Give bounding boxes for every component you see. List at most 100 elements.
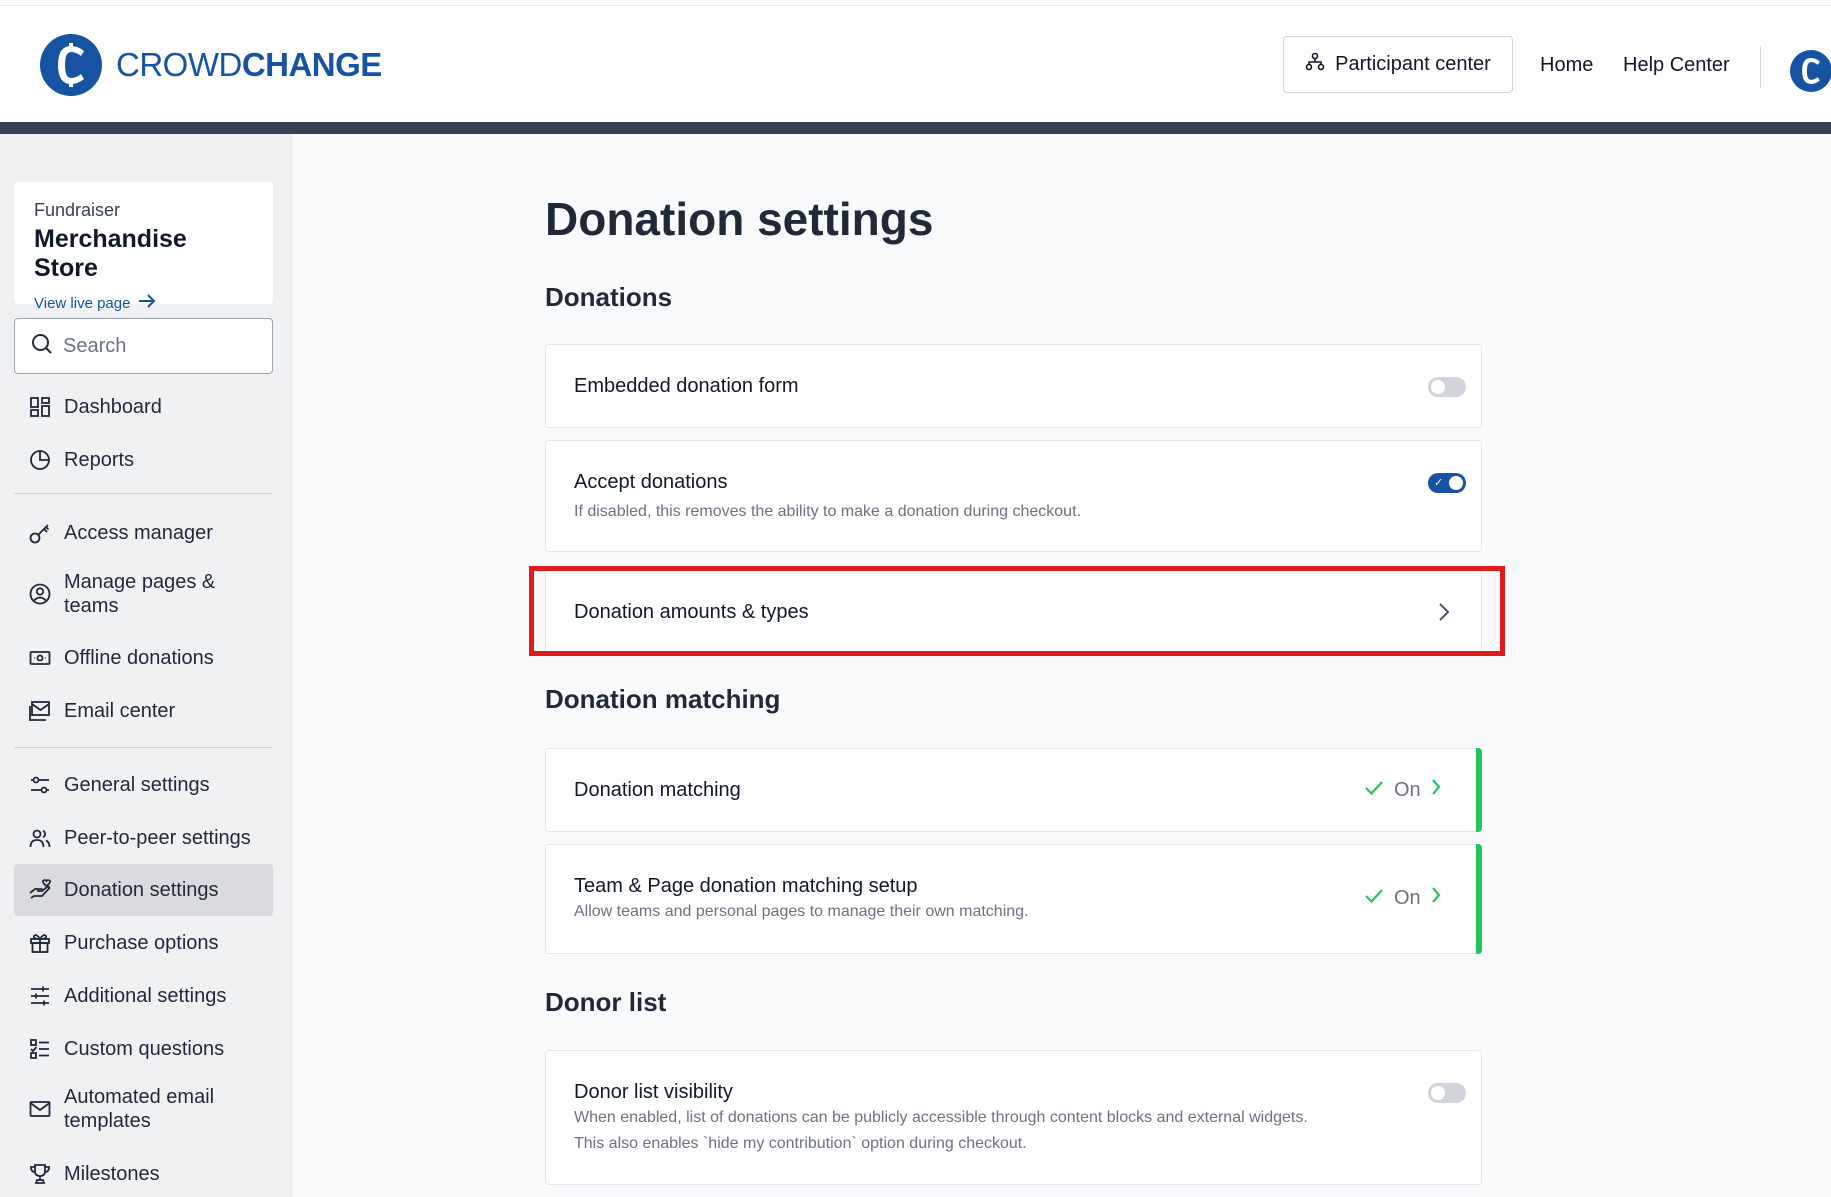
donor-list-visibility-title: Donor list visibility <box>574 1081 733 1103</box>
embedded-donation-form-title: Embedded donation form <box>574 375 799 397</box>
pie-chart-icon <box>28 448 52 472</box>
sidebar-item-custom-questions[interactable]: Custom questions <box>14 1026 273 1072</box>
status-label: On <box>1394 778 1421 801</box>
sidebar: Fundraiser Merchandise Store View live p… <box>0 134 292 1197</box>
sidebar-item-label: Automated email templates <box>64 1086 215 1132</box>
fundraiser-name: Merchandise Store <box>34 225 187 282</box>
sidebar-item-label: Milestones <box>64 1162 160 1185</box>
donor-list-visibility-subtitle-2: This also enables `hide my contribution`… <box>574 1135 1027 1152</box>
chevron-right-icon <box>1431 778 1441 802</box>
check-icon: ✓ <box>1434 477 1444 489</box>
adjustments-icon <box>28 984 52 1008</box>
sidebar-item-milestones[interactable]: Milestones <box>14 1151 273 1197</box>
crowdchange-logo[interactable]: CROWDCHANGE <box>40 34 382 96</box>
checklist-icon <box>28 1037 52 1061</box>
search-input[interactable] <box>63 334 253 358</box>
chevron-right-icon <box>1431 886 1441 910</box>
sidebar-item-offline-donations[interactable]: Offline donations <box>14 635 273 681</box>
trophy-icon <box>28 1162 52 1186</box>
section-title-donations: Donations <box>545 282 673 312</box>
search-icon <box>31 333 53 360</box>
dashboard-icon <box>28 395 52 419</box>
sidebar-item-general-settings[interactable]: General settings <box>14 762 273 808</box>
sidebar-item-access-manager[interactable]: Access manager <box>14 510 273 556</box>
sidebar-item-label: Access manager <box>64 521 213 544</box>
gift-icon <box>28 931 52 955</box>
status-indicator <box>1476 748 1482 832</box>
section-title-donor-list: Donor list <box>545 987 667 1017</box>
sidebar-item-label: Peer-to-peer settings <box>64 826 251 849</box>
sidebar-item-label: Email center <box>64 699 176 722</box>
donation-matching-card[interactable]: Donation matching On <box>545 748 1482 832</box>
donation-matching-title: Donation matching <box>574 779 741 801</box>
status-label: On <box>1394 886 1421 909</box>
header-bar <box>0 122 1831 134</box>
view-live-page-link[interactable]: View live page <box>34 293 253 313</box>
arrow-right-icon <box>138 293 156 313</box>
sidebar-item-dashboard[interactable]: Dashboard <box>14 384 273 430</box>
hand-heart-icon <box>28 878 52 902</box>
sidebar-item-label: Offline donations <box>64 646 214 669</box>
section-title-matching: Donation matching <box>545 684 781 714</box>
sidebar-item-label: Purchase options <box>64 931 219 954</box>
sidebar-item-label: Custom questions <box>64 1037 225 1060</box>
team-matching-status: On <box>1364 886 1441 910</box>
sidebar-item-purchase-options[interactable]: Purchase options <box>14 920 273 966</box>
help-center-link[interactable]: Help Center <box>1623 54 1730 77</box>
sidebar-item-reports[interactable]: Reports <box>14 437 273 483</box>
highlight-box <box>529 566 1505 656</box>
sidebar-item-label: Dashboard <box>64 395 162 418</box>
accept-donations-toggle[interactable]: ✓ <box>1428 473 1466 493</box>
team-matching-card[interactable]: Team & Page donation matching setup Allo… <box>545 844 1482 954</box>
sidebar-item-donation-settings[interactable]: Donation settings <box>14 864 273 916</box>
accept-donations-subtitle: If disabled, this removes the ability to… <box>574 503 1081 520</box>
embedded-donation-form-card: Embedded donation form <box>545 344 1482 428</box>
sidebar-item-label: Reports <box>64 448 135 471</box>
email-icon <box>28 699 52 723</box>
logo-c-icon <box>40 34 102 96</box>
sidebar-item-additional-settings[interactable]: Additional settings <box>14 973 273 1019</box>
accept-donations-title: Accept donations <box>574 471 728 493</box>
header-divider <box>1760 46 1761 88</box>
sidebar-item-email-center[interactable]: Email center <box>14 688 273 734</box>
key-icon <box>28 521 52 545</box>
donor-list-visibility-toggle[interactable] <box>1428 1083 1466 1103</box>
sidebar-item-label: Manage pages & teams <box>64 571 216 617</box>
accept-donations-card: Accept donations If disabled, this remov… <box>545 440 1482 552</box>
sidebar-item-label: General settings <box>64 773 210 796</box>
sidebar-item-peer-to-peer[interactable]: Peer-to-peer settings <box>14 815 273 861</box>
participant-center-button[interactable]: Participant center <box>1283 36 1513 93</box>
team-matching-title: Team & Page donation matching setup <box>574 875 918 897</box>
fundraiser-label: Fundraiser <box>34 200 121 220</box>
network-icon <box>1305 52 1325 78</box>
logo-wordmark: CROWDCHANGE <box>116 46 382 83</box>
donation-matching-status: On <box>1364 778 1441 802</box>
sidebar-item-label: Additional settings <box>64 984 227 1007</box>
check-icon <box>1364 779 1384 802</box>
users-icon <box>28 826 52 850</box>
main-content: Donation settings Donations Embedded don… <box>292 134 1831 1197</box>
account-logo-icon[interactable] <box>1790 50 1831 92</box>
team-matching-subtitle: Allow teams and personal pages to manage… <box>574 903 1029 920</box>
app-header: CROWDCHANGE Participant center Home Help… <box>0 6 1831 122</box>
page-title: Donation settings <box>545 193 934 245</box>
sidebar-item-automated-email[interactable]: Automated email templates <box>14 1076 273 1142</box>
status-indicator <box>1476 844 1482 954</box>
envelope-icon <box>28 1097 52 1121</box>
donor-list-visibility-card: Donor list visibility When enabled, list… <box>545 1050 1482 1185</box>
sidebar-item-manage-pages[interactable]: Manage pages & teams <box>14 561 273 627</box>
sidebar-item-label: Donation settings <box>64 878 219 901</box>
donor-list-visibility-subtitle-1: When enabled, list of donations can be p… <box>574 1109 1308 1126</box>
cash-icon <box>28 646 52 670</box>
check-icon <box>1364 887 1384 910</box>
sidebar-divider <box>14 747 273 748</box>
user-circle-icon <box>28 582 52 606</box>
embedded-donation-form-toggle[interactable] <box>1428 377 1466 397</box>
fundraiser-card: Fundraiser Merchandise Store View live p… <box>14 182 273 312</box>
search-box[interactable] <box>14 318 273 374</box>
home-link[interactable]: Home <box>1540 54 1593 77</box>
sliders-icon <box>28 773 52 797</box>
participant-center-label: Participant center <box>1335 53 1491 75</box>
sidebar-divider <box>14 493 273 494</box>
view-live-label: View live page <box>34 294 131 312</box>
